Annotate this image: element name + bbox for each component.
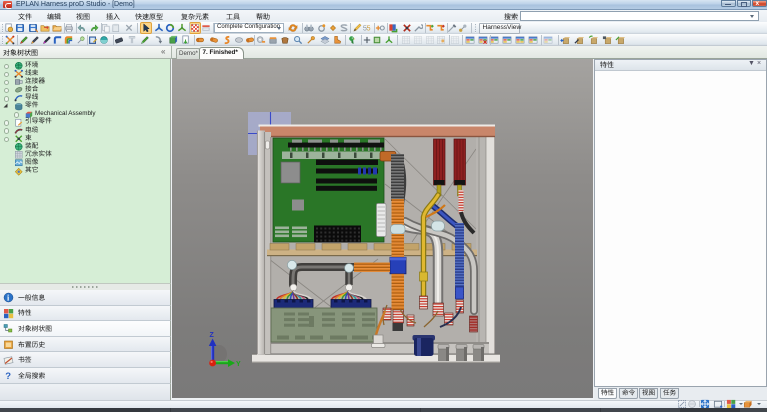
svg-text:5: 5	[367, 24, 371, 33]
svg-text:Y: Y	[236, 361, 241, 368]
svg-text:Z: Z	[210, 332, 215, 339]
svg-text:?: ?	[5, 371, 11, 381]
